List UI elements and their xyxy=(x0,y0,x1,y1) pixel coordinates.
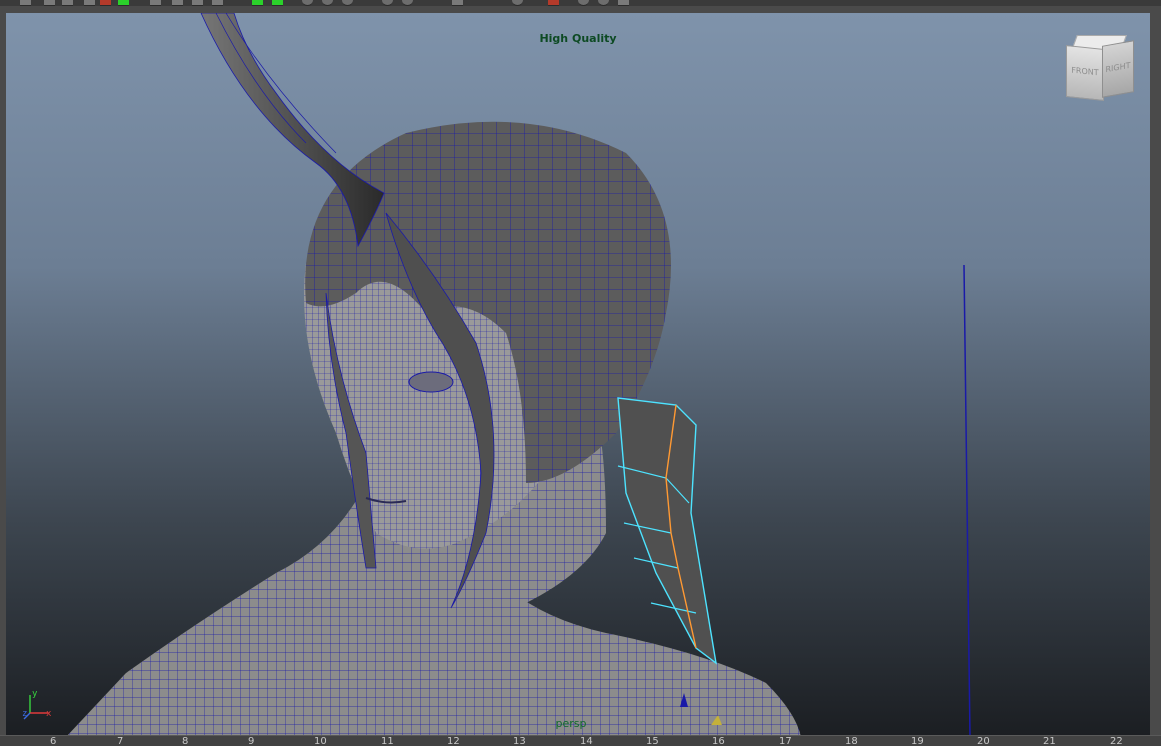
axis-y-label: y xyxy=(32,689,38,699)
selected-hair-strip xyxy=(617,397,717,665)
horn-mesh xyxy=(200,13,385,248)
scene-canvas[interactable] xyxy=(6,13,1150,737)
perspective-viewport[interactable]: High Quality FRONT RIGHT y x z persp xyxy=(6,13,1150,737)
axis-z-label: z xyxy=(22,709,28,719)
axis-gizmo: y x z xyxy=(22,689,54,721)
time-slider[interactable]: 6 7 8 9 10 11 12 13 14 15 16 17 18 19 20… xyxy=(0,735,1161,746)
viewport-frame: High Quality FRONT RIGHT y x z persp xyxy=(0,6,1161,737)
camera-name-label: persp xyxy=(555,717,587,730)
cube-face-right[interactable]: RIGHT xyxy=(1102,40,1134,98)
eye-mesh xyxy=(408,371,454,393)
cube-face-front[interactable]: FRONT xyxy=(1066,45,1104,101)
background-curve xyxy=(963,264,971,737)
view-cube[interactable]: FRONT RIGHT xyxy=(1060,33,1138,105)
axis-x-label: x xyxy=(46,709,52,719)
